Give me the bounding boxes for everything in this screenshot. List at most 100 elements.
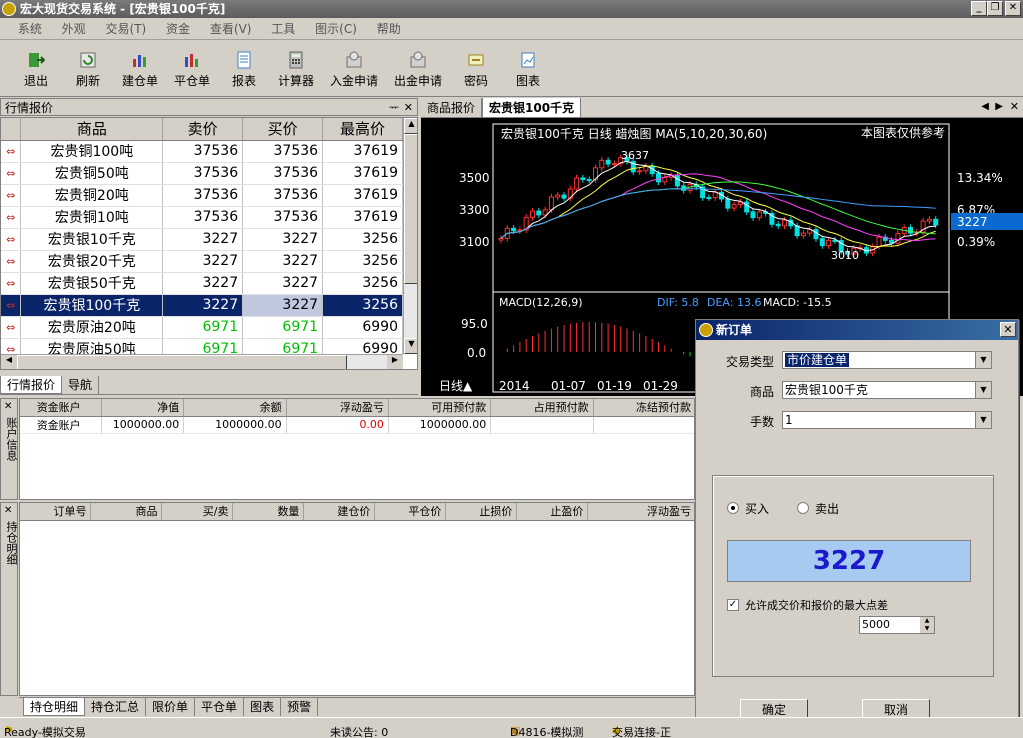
chevron-down-icon: ▼ (975, 412, 991, 428)
chart-button[interactable]: 图表 (508, 45, 548, 93)
account-col[interactable]: 资金账户 (20, 399, 103, 417)
menu-system[interactable]: 系统 (10, 18, 50, 40)
col-buy[interactable]: 买价 (242, 118, 324, 141)
close-window-button[interactable]: ✕ (1005, 1, 1021, 16)
positions-col[interactable]: 买/卖 (161, 503, 234, 521)
tab-close-orders[interactable]: 平仓单 (195, 698, 245, 716)
tab-alerts[interactable]: 预警 (281, 698, 319, 716)
account-col[interactable]: 浮动盈亏 (286, 399, 389, 417)
quote-row[interactable]: ⇔ 宏贵原油20吨 6971 6971 6990 (1, 316, 403, 339)
spread-stepper[interactable]: 5000 ▲ ▼ (859, 616, 935, 634)
stepper-up-icon[interactable]: ▲ (920, 617, 934, 625)
minimize-button[interactable]: _ (971, 1, 987, 16)
open-position-button[interactable]: 建仓单 (116, 45, 164, 93)
exit-button[interactable]: 退出 (14, 45, 58, 93)
refresh-button[interactable]: 刷新 (66, 45, 110, 93)
account-col[interactable]: 净值 (101, 399, 185, 417)
positions-col[interactable]: 建仓价 (303, 503, 376, 521)
macd-tick-0: 0.0 (467, 346, 486, 360)
positions-col[interactable]: 止盈价 (516, 503, 589, 521)
close-positions-icon[interactable]: ✕ (4, 505, 12, 516)
tab-silver-100kg[interactable]: 宏贵银100千克 (482, 98, 582, 118)
col-product[interactable]: 商品 (20, 118, 164, 141)
positions-col[interactable]: 平仓价 (374, 503, 447, 521)
stepper-down-icon[interactable]: ▼ (920, 625, 934, 633)
menu-funds[interactable]: 资金 (158, 18, 198, 40)
quote-buy: 37536 (242, 140, 324, 163)
positions-col[interactable]: 止损价 (445, 503, 518, 521)
col-high[interactable]: 最高价 (322, 118, 403, 141)
tab-position-detail[interactable]: 持仓明细 (23, 698, 86, 716)
lots-select[interactable]: 1 ▼ (782, 411, 992, 429)
positions-col[interactable]: 订单号 (20, 503, 92, 521)
restore-button[interactable]: ❐ (987, 1, 1003, 16)
close-position-button[interactable]: 平仓单 (168, 45, 216, 93)
tab-navigation[interactable]: 导航 (62, 376, 100, 394)
calculator-button[interactable]: 计算器 (272, 45, 320, 93)
tab-close-icon[interactable]: ✕ (1010, 100, 1019, 113)
quote-row[interactable]: ⇔ 宏贵银20千克 3227 3227 3256 (1, 250, 403, 273)
x-tick-0107: 01-07 (551, 379, 586, 393)
positions-col[interactable]: 数量 (232, 503, 305, 521)
quote-row[interactable]: ⇔ 宏贵铜100吨 37536 37536 37619 (1, 140, 403, 163)
menu-trade[interactable]: 交易(T) (98, 18, 155, 40)
account-col[interactable]: 余额 (183, 399, 287, 417)
sell-radio[interactable] (797, 502, 809, 514)
menu-appearance[interactable]: 外观 (54, 18, 94, 40)
quote-row[interactable]: ⇔ 宏贵银50千克 3227 3227 3256 (1, 272, 403, 295)
ma-line (500, 181, 936, 239)
allow-spread-checkbox[interactable]: ✓ (727, 599, 739, 611)
price-frame (492, 123, 950, 293)
pin-icon[interactable]: ᅲ (389, 99, 399, 117)
password-button[interactable]: 密码 (456, 45, 496, 93)
quote-row[interactable]: ⇔ 宏贵银10千克 3227 3227 3256 (1, 228, 403, 251)
col-sell[interactable]: 卖价 (162, 118, 244, 141)
period-label[interactable]: 日线▲ (439, 379, 473, 393)
tab-prev-icon[interactable]: ◀ (981, 101, 989, 112)
link-arrow-icon: ⇔ (1, 140, 22, 163)
buy-radio[interactable] (727, 502, 739, 514)
quotes-scroll-thumb[interactable] (404, 134, 417, 284)
menu-help[interactable]: 帮助 (369, 18, 409, 40)
quotes-vscrollbar[interactable]: ▲ ▼ (403, 118, 417, 354)
menu-view[interactable]: 查看(V) (202, 18, 260, 40)
candle-body (725, 198, 731, 209)
trade-type-select[interactable]: 市价建仓单 ▼ (782, 351, 992, 369)
positions-side-tab[interactable]: ✕ 持仓明细 (0, 502, 18, 696)
tab-charts[interactable]: 图表 (244, 698, 282, 716)
deposit-button[interactable]: 入金申请 (326, 45, 382, 93)
quotes-hscrollbar[interactable]: ◀ ▶ (1, 354, 403, 369)
product-select[interactable]: 宏贵银100千克 ▼ (782, 381, 992, 399)
account-row[interactable]: 资金账户 1000000.00 1000000.00 0.00 1000000.00 (20, 416, 694, 434)
candle-body (561, 194, 567, 199)
quote-row[interactable]: ⇔ 宏贵铜50吨 37536 37536 37619 (1, 162, 403, 185)
tab-next-icon[interactable]: ▶ (995, 101, 1003, 112)
quote-row[interactable]: ⇔ 宏贵铜10吨 37536 37536 37619 (1, 206, 403, 229)
report-button[interactable]: 报表 (224, 45, 264, 93)
menu-charts[interactable]: 图示(C) (307, 18, 365, 40)
tab-quotes[interactable]: 行情报价 (0, 376, 63, 394)
close-panel-icon[interactable]: ✕ (404, 99, 413, 117)
tab-position-summary[interactable]: 持仓汇总 (85, 698, 147, 716)
account-col[interactable]: 冻结预付款 (593, 399, 694, 417)
sell-label[interactable]: 卖出 (815, 500, 839, 517)
toolbar: 退出 刷新 建仓单 平仓单 报表 计算器 入金申请 出金申请 密码 图表 (0, 41, 1023, 97)
link-arrow-icon: ⇔ (1, 184, 22, 207)
positions-table: 订单号 商品 买/卖 数量 建仓价 平仓价 止损价 止盈价 浮动盈亏 (20, 503, 694, 521)
quote-row[interactable]: ⇔ 宏贵铜20吨 37536 37536 37619 (1, 184, 403, 207)
tab-product-quotes[interactable]: 商品报价 (421, 98, 483, 118)
dialog-titlebar[interactable]: 新订单 ✕ (696, 320, 1018, 340)
tab-limit-orders[interactable]: 限价单 (146, 698, 196, 716)
account-side-tab[interactable]: ✕ 账户信息 (0, 398, 18, 500)
account-col[interactable]: 可用预付款 (388, 399, 492, 417)
positions-col[interactable]: 商品 (90, 503, 163, 521)
menu-tools[interactable]: 工具 (263, 18, 303, 40)
account-col[interactable]: 占用预付款 (490, 399, 594, 417)
withdraw-button[interactable]: 出金申请 (390, 45, 446, 93)
positions-col[interactable]: 浮动盈亏 (587, 503, 694, 521)
quotes-hscroll-thumb[interactable] (17, 355, 347, 369)
buy-label[interactable]: 买入 (745, 500, 769, 517)
close-account-icon[interactable]: ✕ (4, 401, 12, 412)
quote-row[interactable]: ⇔ 宏贵银100千克 3227 3227 3256 (1, 294, 403, 317)
dialog-close-button[interactable]: ✕ (1000, 322, 1016, 337)
